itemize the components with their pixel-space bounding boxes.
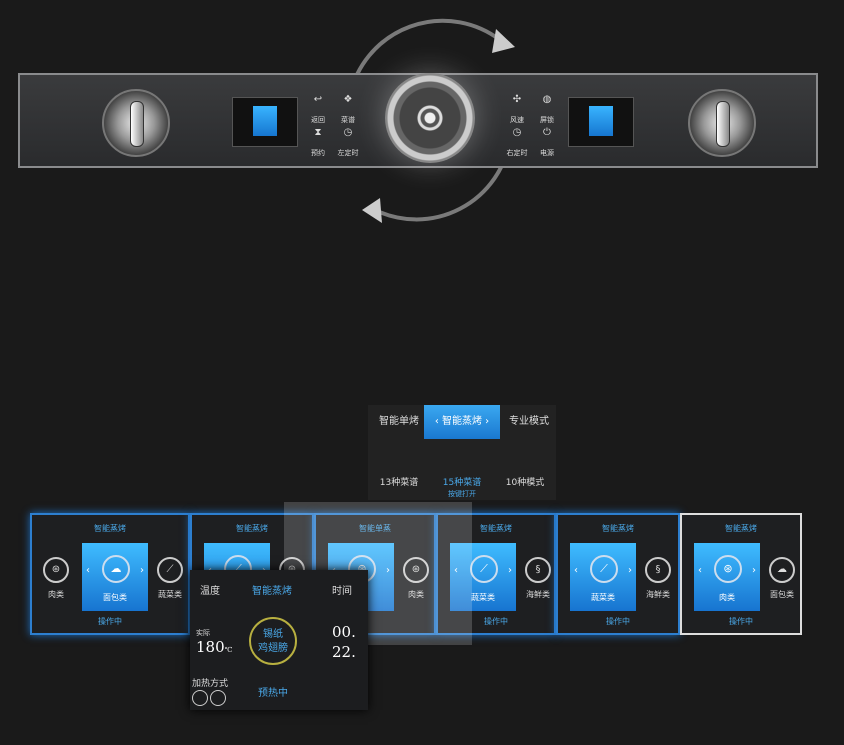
timer-icon: ◷ <box>512 127 522 138</box>
button-label: 返回 <box>311 116 325 124</box>
button-label: 电源 <box>540 149 554 157</box>
food-icon: § <box>525 557 551 583</box>
recipe-icon: ❖ <box>343 94 353 105</box>
button-label: 右定时 <box>506 149 528 157</box>
time-minutes: 22. <box>332 643 356 661</box>
food-icon: ⟋ <box>470 555 498 583</box>
card-status: 操作中 <box>606 617 630 626</box>
dish-name: 鸡翅膀 <box>258 643 288 654</box>
mode-screen-card[interactable]: 智能蒸烤 ‹ ⟋ › 蔬菜类 § 海鲜类 操作中 <box>556 513 680 635</box>
button-label: 屏锁 <box>540 116 554 124</box>
tab-smart-bake[interactable]: 智能单烤 <box>368 405 430 439</box>
panel-button[interactable]: ◍ 屏锁 <box>532 94 562 125</box>
selected-category[interactable]: ‹ ⟋ › 蔬菜类 <box>570 543 636 611</box>
panel-button[interactable]: ⧗ 预约 <box>303 127 333 158</box>
food-icon: § <box>645 557 671 583</box>
category-label: 蔬菜类 <box>158 590 182 599</box>
fan-heat-icon <box>192 690 208 706</box>
category-label: 面包类 <box>770 590 794 599</box>
left-display <box>232 97 298 147</box>
button-label: 预约 <box>311 149 325 157</box>
dish-ring: 锡纸 鸡翅膀 <box>249 617 297 665</box>
cooking-status-panel: 温度 智能蒸烤 时间 实际 180℃ 锡纸鸡翅膀 00. 22. 加热方式 预热中 <box>190 570 368 710</box>
heat-mode-label: 加热方式 <box>192 679 229 689</box>
category-label: 海鲜类 <box>646 590 670 599</box>
mode-screen-card[interactable]: 智能蒸烤 ‹ ⊛ › 肉类 ☁ 面包类 操作中 <box>680 513 802 635</box>
panel-button[interactable]: ◷ 左定时 <box>333 127 363 158</box>
recipe-count: 13种菜谱 <box>379 478 419 488</box>
tab-label: 智能蒸烤 <box>442 416 482 427</box>
preheat-status: 预热中 <box>258 688 288 699</box>
selected-category[interactable]: ‹ ☁ › 面包类 <box>82 543 148 611</box>
food-icon: ☁ <box>769 557 795 583</box>
category-label: 肉类 <box>48 590 64 599</box>
food-icon: ⟋ <box>590 555 618 583</box>
hint: 按键打开 <box>448 490 476 498</box>
hourglass-icon: ⧗ <box>314 127 322 138</box>
card-title: 智能蒸烤 <box>94 524 126 533</box>
card-status: 操作中 <box>98 617 122 626</box>
right-display <box>568 97 634 147</box>
return-icon: ↩ <box>313 94 323 105</box>
right-knob[interactable] <box>688 89 756 157</box>
recipe-count: 15种菜谱 <box>442 478 482 488</box>
power-icon: ⏻ <box>543 127 551 138</box>
lock-icon: ◍ <box>542 94 552 105</box>
mode-label: 智能蒸烤 <box>252 586 292 597</box>
food-icon: ⊛ <box>714 555 742 583</box>
left-knob[interactable] <box>102 89 170 157</box>
chevron-right-icon[interactable]: › <box>752 565 756 576</box>
panel-button[interactable]: ✣ 风速 <box>502 94 532 125</box>
dish-name: 锡纸 <box>263 629 283 640</box>
food-icon: ☁ <box>102 555 130 583</box>
mode-screen-card[interactable]: 智能蒸烤 ⊛ 肉类 ‹ ☁ › 面包类 ⟋ 蔬菜类 操作中 <box>30 513 190 635</box>
category-label: 面包类 <box>103 593 127 602</box>
center-dial[interactable] <box>385 73 475 163</box>
card-title: 智能蒸烤 <box>602 524 634 533</box>
selected-category[interactable]: ‹ ⊛ › 肉类 <box>694 543 760 611</box>
category-right[interactable]: ☁ 面包类 <box>764 557 800 600</box>
panel-button[interactable]: ⏻ 电源 <box>532 127 562 158</box>
mode-selector: 智能单烤 ‹ 智能蒸烤 › 专业模式 13种菜谱 15种菜谱 按键打开 10种模… <box>368 405 556 500</box>
food-icon: ⟋ <box>157 557 183 583</box>
chevron-right-icon[interactable]: › <box>140 565 144 576</box>
chevron-left-icon[interactable]: ‹ <box>574 565 578 576</box>
temp-label: 温度 <box>200 586 220 597</box>
chevron-right-icon[interactable]: › <box>628 565 632 576</box>
tab-smart-steam-bake[interactable]: ‹ 智能蒸烤 › <box>424 405 500 439</box>
category-right[interactable]: § 海鲜类 <box>520 557 556 600</box>
mode-count: 10种模式 <box>505 478 545 488</box>
timer-icon: ◷ <box>343 127 353 138</box>
panel-button[interactable]: ◷ 右定时 <box>502 127 532 158</box>
category-label: 蔬菜类 <box>591 593 615 602</box>
fan-icon: ✣ <box>512 94 522 105</box>
category-label: 海鲜类 <box>526 590 550 599</box>
category-left[interactable]: ⊛ 肉类 <box>38 557 74 600</box>
steam-heat-icon <box>210 690 226 706</box>
card-title: 智能蒸烤 <box>725 524 757 533</box>
actual-label: 实际 <box>196 629 210 637</box>
category-right[interactable]: ⟋ 蔬菜类 <box>152 557 188 600</box>
panel-button[interactable]: ❖ 菜谱 <box>333 94 363 125</box>
category-label: 肉类 <box>719 593 735 602</box>
temp-unit: ℃ <box>224 646 233 654</box>
button-label: 左定时 <box>337 149 359 157</box>
chevron-right-icon[interactable]: › <box>508 565 512 576</box>
temp-value: 180 <box>196 638 225 656</box>
button-label: 菜谱 <box>341 116 355 124</box>
panel-button[interactable]: ↩ 返回 <box>303 94 333 125</box>
category-right[interactable]: § 海鲜类 <box>640 557 676 600</box>
meat-icon: ⊛ <box>43 557 69 583</box>
tab-pro-mode[interactable]: 专业模式 <box>498 405 560 439</box>
chevron-left-icon[interactable]: ‹ <box>698 565 702 576</box>
card-status: 操作中 <box>729 617 753 626</box>
time-label: 时间 <box>332 586 352 597</box>
chevron-left-icon[interactable]: ‹ <box>86 565 90 576</box>
time-hours: 00. <box>332 623 356 641</box>
button-label: 风速 <box>510 116 524 124</box>
